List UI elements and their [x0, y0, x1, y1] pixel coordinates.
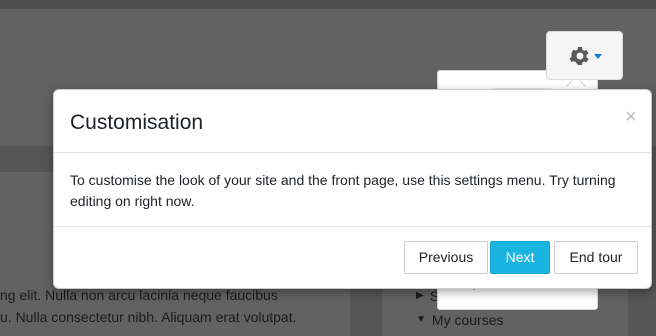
caret-right-icon: ▶: [416, 290, 424, 301]
nav-item-site[interactable]: ▶ S: [416, 287, 439, 305]
settings-menu-toggle[interactable]: [546, 31, 623, 80]
previous-button[interactable]: Previous: [404, 241, 488, 274]
content-paragraph-line-2: u. Nulla consectetur nibh. Aliquam erat …: [0, 309, 297, 325]
dialog-title: Customisation: [70, 111, 204, 134]
chevron-down-icon: [594, 54, 602, 59]
next-button[interactable]: Next: [490, 241, 550, 274]
dialog-body: To customise the look of your site and t…: [70, 172, 616, 209]
divider: [54, 152, 651, 153]
nav-item-my-courses[interactable]: ▼ My courses: [416, 311, 503, 329]
caret-down-icon: ▼: [416, 314, 426, 325]
nav-item-label: My courses: [431, 312, 504, 328]
top-navbar: [0, 0, 656, 9]
page: ng elit. Nulla non arcu lacinia neque fa…: [0, 0, 656, 336]
divider: [54, 226, 651, 227]
tour-step-dialog: Customisation × To customise the look of…: [53, 89, 652, 289]
gear-icon: [569, 46, 589, 65]
close-icon[interactable]: ×: [623, 107, 639, 127]
end-tour-button[interactable]: End tour: [554, 241, 638, 274]
